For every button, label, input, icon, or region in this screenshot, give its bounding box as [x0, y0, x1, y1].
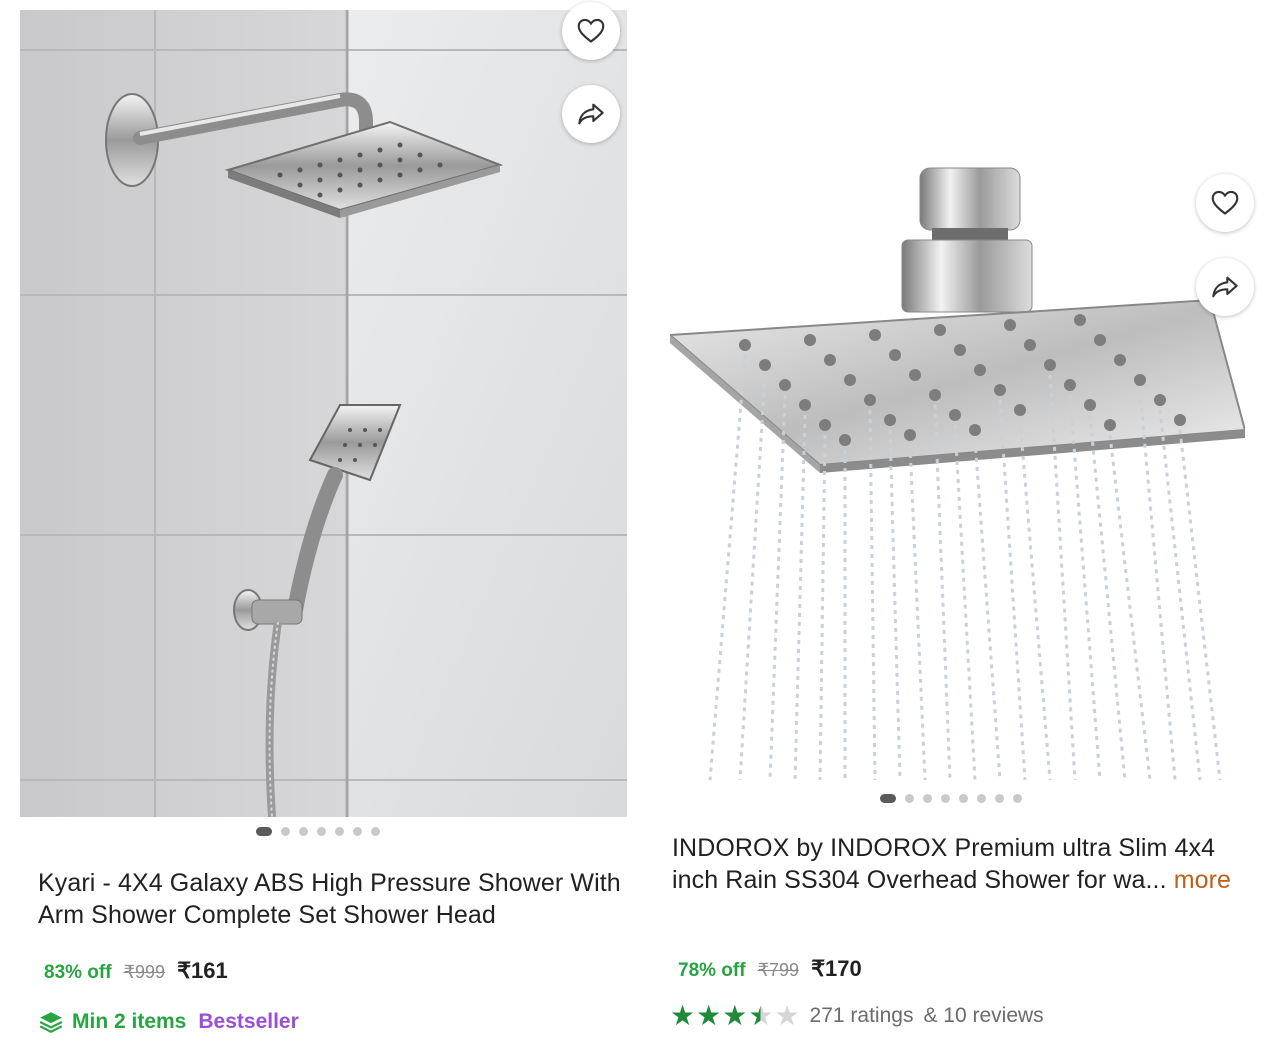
carousel-dot[interactable] [371, 827, 380, 836]
star-rating: ★ ★ ★ ★ ★ [670, 1002, 800, 1030]
carousel-dot[interactable] [995, 794, 1004, 803]
min-items-label: Min 2 items [72, 1010, 187, 1033]
reviews-count: & 10 reviews [923, 1004, 1044, 1027]
carousel-dot-active[interactable] [256, 827, 272, 836]
carousel-dot[interactable] [941, 794, 950, 803]
min-items-tag: Min 2 items [38, 1010, 186, 1034]
discount-label: 83% off [44, 962, 112, 983]
image-carousel-dots[interactable] [256, 827, 380, 836]
product-grid: Kyari - 4X4 Galaxy ABS High Pressure Sho… [0, 0, 1280, 1060]
carousel-dot[interactable] [959, 794, 968, 803]
price-row: 83% off ₹999 ₹161 [44, 958, 228, 984]
more-link[interactable]: more [1174, 866, 1231, 894]
price-row: 78% off ₹799 ₹170 [678, 956, 862, 982]
layers-icon [39, 1012, 63, 1033]
product-title[interactable]: INDOROX by INDOROX Premium ultra Slim 4x… [672, 832, 1232, 896]
mrp-price: ₹999 [123, 962, 166, 982]
share-icon [1212, 276, 1238, 298]
carousel-dot[interactable] [977, 794, 986, 803]
product-card-indorox[interactable]: INDOROX by INDOROX Premium ultra Slim 4x… [650, 0, 1280, 1060]
carousel-dot[interactable] [1013, 794, 1022, 803]
carousel-dot[interactable] [353, 827, 362, 836]
heart-icon [577, 18, 605, 43]
product-title-text: INDOROX by INDOROX Premium ultra Slim 4x… [672, 834, 1216, 894]
selling-price: ₹161 [177, 958, 228, 983]
rain-shower-head-photo [670, 167, 1245, 781]
share-button[interactable] [1196, 258, 1254, 316]
carousel-dot[interactable] [923, 794, 932, 803]
carousel-dot[interactable] [299, 827, 308, 836]
carousel-dot[interactable] [317, 827, 326, 836]
carousel-dot[interactable] [905, 794, 914, 803]
share-button[interactable] [562, 85, 620, 143]
product-card-kyari[interactable]: Kyari - 4X4 Galaxy ABS High Pressure Sho… [0, 0, 640, 1060]
wishlist-button[interactable] [562, 2, 620, 60]
star-icon: ★ [722, 1000, 748, 1031]
product-image[interactable] [670, 140, 1245, 785]
shower-set-photo [20, 10, 627, 817]
product-image[interactable] [20, 10, 627, 817]
mrp-price: ₹799 [757, 960, 800, 980]
carousel-dot[interactable] [281, 827, 290, 836]
selling-price: ₹170 [811, 956, 862, 981]
ratings-count: 271 ratings [809, 1004, 914, 1027]
ratings-row[interactable]: ★ ★ ★ ★ ★ 271 ratings & 10 reviews [670, 1002, 1044, 1030]
star-icon: ★ [670, 1000, 696, 1031]
carousel-dot-active[interactable] [880, 794, 896, 803]
carousel-dot[interactable] [335, 827, 344, 836]
share-icon [578, 103, 604, 125]
heart-icon [1211, 190, 1239, 215]
half-star-icon: ★ [748, 1000, 774, 1031]
product-title[interactable]: Kyari - 4X4 Galaxy ABS High Pressure Sho… [38, 867, 628, 931]
wishlist-button[interactable] [1196, 174, 1254, 232]
product-tags: Min 2 items Bestseller [38, 1010, 299, 1034]
empty-star-icon: ★ [774, 1000, 800, 1031]
star-icon: ★ [696, 1000, 722, 1031]
discount-label: 78% off [678, 960, 746, 981]
image-carousel-dots[interactable] [880, 794, 1022, 803]
bestseller-badge: Bestseller [198, 1010, 299, 1033]
